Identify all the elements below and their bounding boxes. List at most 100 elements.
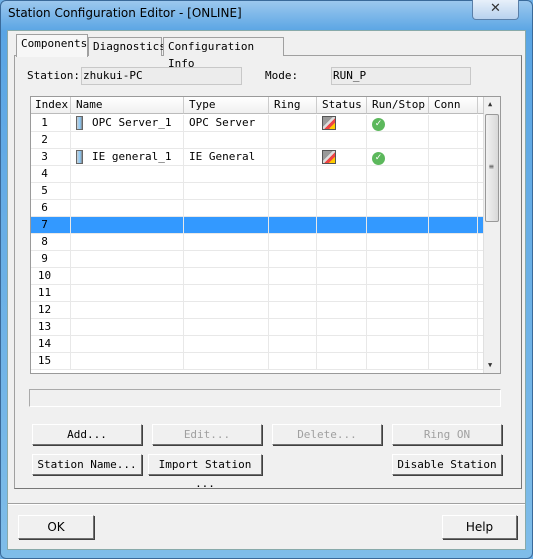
table-row[interactable]: 13 — [31, 319, 483, 336]
cell-ring — [269, 319, 317, 336]
column-header-runstop[interactable]: Run/Stop — [367, 97, 429, 114]
cell-conn — [429, 336, 478, 353]
edit-button[interactable]: Edit... — [152, 424, 262, 445]
cell-index: 11 — [31, 285, 71, 302]
cell-status — [317, 336, 367, 353]
device-name: IE general_1 — [92, 150, 172, 163]
cell-type — [184, 166, 269, 183]
disable-station-button[interactable]: Disable Station — [392, 454, 502, 475]
scrollbar-thumb[interactable]: ≡ — [485, 114, 499, 222]
delete-button[interactable]: Delete... — [272, 424, 382, 445]
mode-label: Mode: — [265, 69, 299, 82]
table-row[interactable]: 8 — [31, 234, 483, 251]
column-header-conn[interactable]: Conn — [429, 97, 478, 114]
table-row[interactable]: 5 — [31, 183, 483, 200]
add-button[interactable]: Add... — [32, 424, 142, 445]
cell-conn — [429, 251, 478, 268]
table-row[interactable]: 15 — [31, 353, 483, 370]
cell-name: OPC Server_1 — [71, 115, 184, 132]
cell-run-stop — [367, 285, 429, 302]
status-icon — [322, 116, 336, 130]
table-row[interactable]: 14 — [31, 336, 483, 353]
station-label: Station: — [27, 69, 80, 82]
table-row[interactable]: 12 — [31, 302, 483, 319]
cell-type — [184, 200, 269, 217]
cell-type — [184, 319, 269, 336]
cell-ring — [269, 132, 317, 149]
cell-run-stop — [367, 336, 429, 353]
cell-type — [184, 336, 269, 353]
table-row[interactable]: 3 IE general_1 IE General ✓ — [31, 149, 483, 166]
close-button[interactable]: ✕ — [472, 0, 519, 20]
cell-conn — [429, 285, 478, 302]
cell-run-stop — [367, 302, 429, 319]
table-row[interactable]: 6 — [31, 200, 483, 217]
cell-status — [317, 115, 367, 132]
cell-type — [184, 234, 269, 251]
cell-name — [71, 268, 184, 285]
ok-button[interactable]: OK — [18, 515, 94, 539]
table-row[interactable]: 9 — [31, 251, 483, 268]
opc-server-icon — [76, 116, 83, 130]
cell-run-stop — [367, 132, 429, 149]
cell-name — [71, 234, 184, 251]
cell-status — [317, 149, 367, 166]
column-header-status[interactable]: Status — [317, 97, 367, 114]
column-header-filler — [478, 97, 484, 114]
cell-ring — [269, 268, 317, 285]
table-row[interactable]: 11 — [31, 285, 483, 302]
cell-conn — [429, 217, 478, 234]
cell-index: 12 — [31, 302, 71, 319]
cell-status — [317, 183, 367, 200]
cell-name — [71, 251, 184, 268]
station-name-button[interactable]: Station Name... — [32, 454, 142, 475]
ring-on-button[interactable]: Ring ON — [392, 424, 502, 445]
cell-index: 2 — [31, 132, 71, 149]
mode-field: RUN_P — [331, 67, 471, 85]
tab-components[interactable]: Components — [16, 34, 88, 57]
help-button[interactable]: Help — [442, 515, 517, 539]
cell-run-stop — [367, 217, 429, 234]
table-row[interactable]: 1 OPC Server_1 OPC Server ✓ — [31, 115, 483, 132]
cell-conn — [429, 319, 478, 336]
scroll-down-icon[interactable]: ▼ — [488, 361, 492, 369]
cell-ring — [269, 200, 317, 217]
cell-index: 6 — [31, 200, 71, 217]
cell-ring — [269, 336, 317, 353]
cell-run-stop — [367, 200, 429, 217]
cell-name — [71, 319, 184, 336]
cell-status — [317, 285, 367, 302]
cell-status — [317, 234, 367, 251]
run-ok-icon: ✓ — [372, 118, 385, 131]
column-header-index[interactable]: Index — [31, 97, 71, 114]
cell-run-stop — [367, 234, 429, 251]
cell-ring — [269, 353, 317, 370]
cell-status — [317, 319, 367, 336]
cell-type: OPC Server — [184, 115, 269, 132]
cell-run-stop — [367, 268, 429, 285]
table-row[interactable]: 10 — [31, 268, 483, 285]
column-header-name[interactable]: Name — [71, 97, 184, 114]
tab-configuration-info[interactable]: Configuration Info — [163, 37, 284, 70]
cell-name — [71, 166, 184, 183]
column-header-ring[interactable]: Ring — [269, 97, 317, 114]
cell-conn — [429, 353, 478, 370]
status-icon — [322, 150, 336, 164]
tab-diagnostics[interactable]: Diagnostics — [88, 37, 166, 56]
scroll-up-icon[interactable]: ▲ — [488, 100, 492, 108]
table-row[interactable]: 2 — [31, 132, 483, 149]
cell-conn — [429, 115, 478, 132]
import-station-button[interactable]: Import Station ... — [148, 454, 262, 490]
cell-conn — [429, 132, 478, 149]
table-row[interactable]: 4 — [31, 166, 483, 183]
cell-ring — [269, 149, 317, 166]
table-row[interactable]: 7 — [31, 217, 483, 234]
vertical-scrollbar[interactable]: ▲ ≡ ▼ — [483, 97, 500, 373]
cell-run-stop: ✓ — [367, 115, 429, 132]
column-header-type[interactable]: Type — [184, 97, 269, 114]
cell-conn — [429, 234, 478, 251]
cell-status — [317, 353, 367, 370]
cell-ring — [269, 285, 317, 302]
cell-conn — [429, 149, 478, 166]
cell-type — [184, 285, 269, 302]
